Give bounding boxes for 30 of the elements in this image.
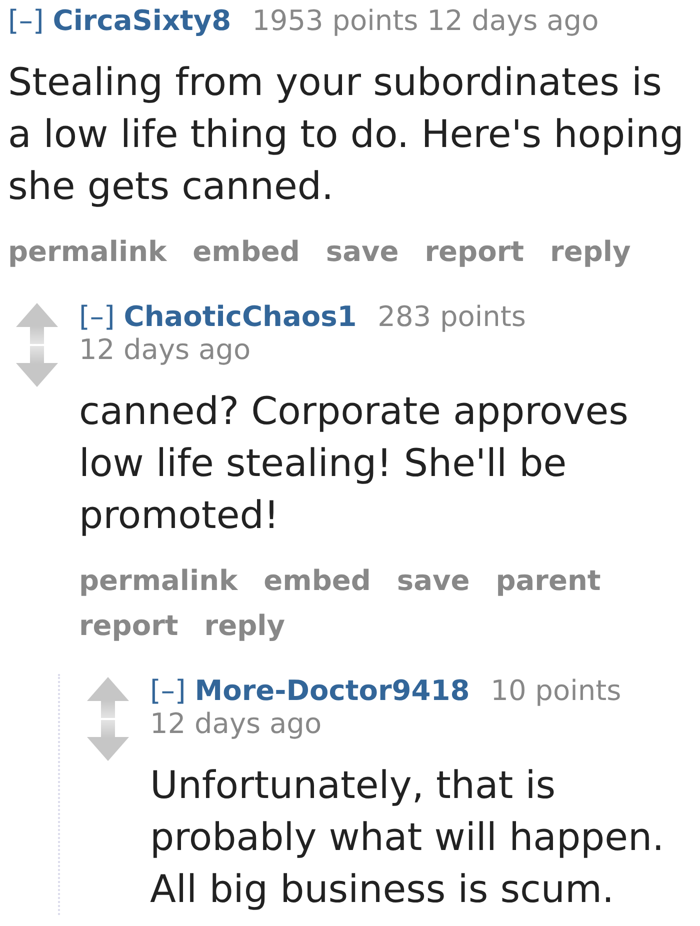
action-link[interactable]: permalink (79, 558, 238, 603)
timestamp-text: 12 days ago (79, 333, 251, 366)
down-arrow-icon[interactable] (87, 720, 129, 761)
action-link[interactable]: save (396, 558, 470, 603)
down-arrow-icon[interactable] (16, 346, 58, 387)
action-link[interactable]: embed (264, 558, 371, 603)
action-link[interactable]: embed (192, 229, 300, 274)
collapse-toggle[interactable]: [–] (79, 300, 115, 333)
collapse-toggle[interactable]: [–] (8, 4, 44, 37)
up-arrow-icon[interactable] (16, 303, 58, 344)
timestamp-text: 12 days ago (150, 707, 322, 740)
action-link[interactable]: parent (496, 558, 601, 603)
action-link[interactable]: report (424, 229, 524, 274)
username-link[interactable]: CircaSixty8 (52, 4, 232, 37)
points-text: 10 points (490, 674, 622, 707)
points-text: 283 points (378, 300, 526, 333)
action-link[interactable]: permalink (8, 229, 167, 274)
action-link[interactable]: reply (204, 603, 285, 648)
comment-text: canned? Corporate approves low life stealing! She'll be promoted! (79, 388, 630, 539)
points-text: 1953 points (252, 4, 418, 37)
collapse-toggle[interactable]: [–] (150, 674, 186, 707)
comment-text: Stealing from your subordinates is a low life thing to do. Here's hoping she gets canned. (8, 59, 685, 210)
timestamp-text: 12 days ago (427, 4, 599, 37)
comment-text: Unfortunately, that is probably what will happen. All big business is scum. (150, 762, 666, 913)
username-link[interactable]: ChaoticChaos1 (124, 300, 357, 333)
username-link[interactable]: More-Doctor9418 (194, 674, 470, 707)
up-arrow-icon[interactable] (87, 677, 129, 718)
action-link[interactable]: report (79, 603, 178, 648)
action-link[interactable]: save (326, 229, 399, 274)
action-link[interactable]: reply (550, 229, 631, 274)
